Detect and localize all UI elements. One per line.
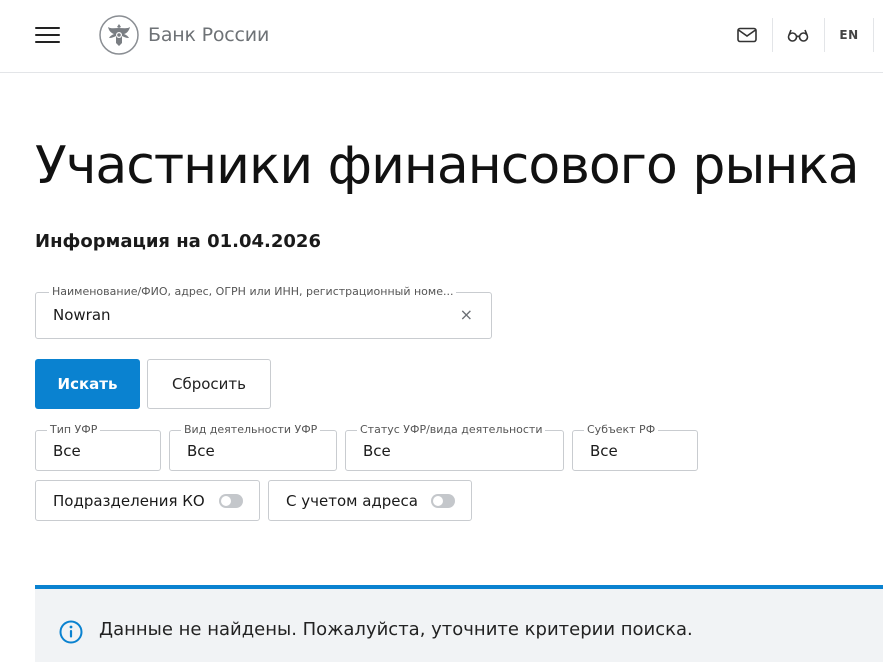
accessibility-button[interactable] (784, 18, 812, 52)
emblem-icon (99, 15, 139, 55)
filter-region[interactable]: Субъект РФ Все (572, 423, 698, 471)
search-field[interactable]: Наименование/ФИО, адрес, ОГРН или ИНН, р… (35, 285, 492, 339)
filter-label: Вид деятельности УФР (181, 423, 321, 436)
search-input[interactable] (53, 306, 433, 324)
filter-activity-type[interactable]: Вид деятельности УФР Все (169, 423, 337, 471)
header-divider (824, 18, 825, 52)
header-divider (873, 18, 874, 52)
filter-status[interactable]: Статус УФР/вида деятельности Все (345, 423, 564, 471)
filter-value: Все (187, 442, 215, 460)
mail-icon (737, 27, 757, 43)
notice-text: Данные не найдены. Пожалуйста, уточните … (99, 619, 693, 640)
filter-ufr-type[interactable]: Тип УФР Все (35, 423, 161, 471)
logo-link[interactable]: Банк России (99, 15, 269, 55)
clear-icon[interactable]: × (460, 307, 473, 323)
toggle-ko-divisions[interactable]: Подразделения КО (35, 480, 260, 521)
toggle-switch[interactable] (219, 494, 243, 508)
no-results-notice: Данные не найдены. Пожалуйста, уточните … (35, 585, 883, 662)
toggle-address[interactable]: С учетом адреса (268, 480, 472, 521)
reset-button[interactable]: Сбросить (147, 359, 271, 409)
toggle-label: С учетом адреса (286, 492, 418, 510)
glasses-icon (787, 29, 809, 42)
info-date: Информация на 01.04.2026 (35, 231, 321, 252)
page-title: Участники финансового рынка (35, 136, 860, 196)
toggle-switch[interactable] (431, 494, 455, 508)
filter-label: Тип УФР (47, 423, 101, 436)
search-field-label: Наименование/ФИО, адрес, ОГРН или ИНН, р… (49, 285, 457, 298)
search-button[interactable]: Искать (35, 359, 140, 409)
toggle-label: Подразделения КО (53, 492, 205, 510)
filter-value: Все (363, 442, 391, 460)
filter-value: Все (53, 442, 81, 460)
logo-text: Банк России (148, 24, 270, 46)
filter-label: Статус УФР/вида деятельности (357, 423, 546, 436)
language-switch[interactable]: EN (835, 18, 863, 52)
header-divider (772, 18, 773, 52)
filter-value: Все (590, 442, 618, 460)
site-header: Банк России EN (0, 0, 883, 73)
menu-icon[interactable] (35, 25, 60, 45)
info-icon (59, 620, 83, 644)
filter-label: Субъект РФ (584, 423, 659, 436)
mail-button[interactable] (733, 18, 761, 52)
